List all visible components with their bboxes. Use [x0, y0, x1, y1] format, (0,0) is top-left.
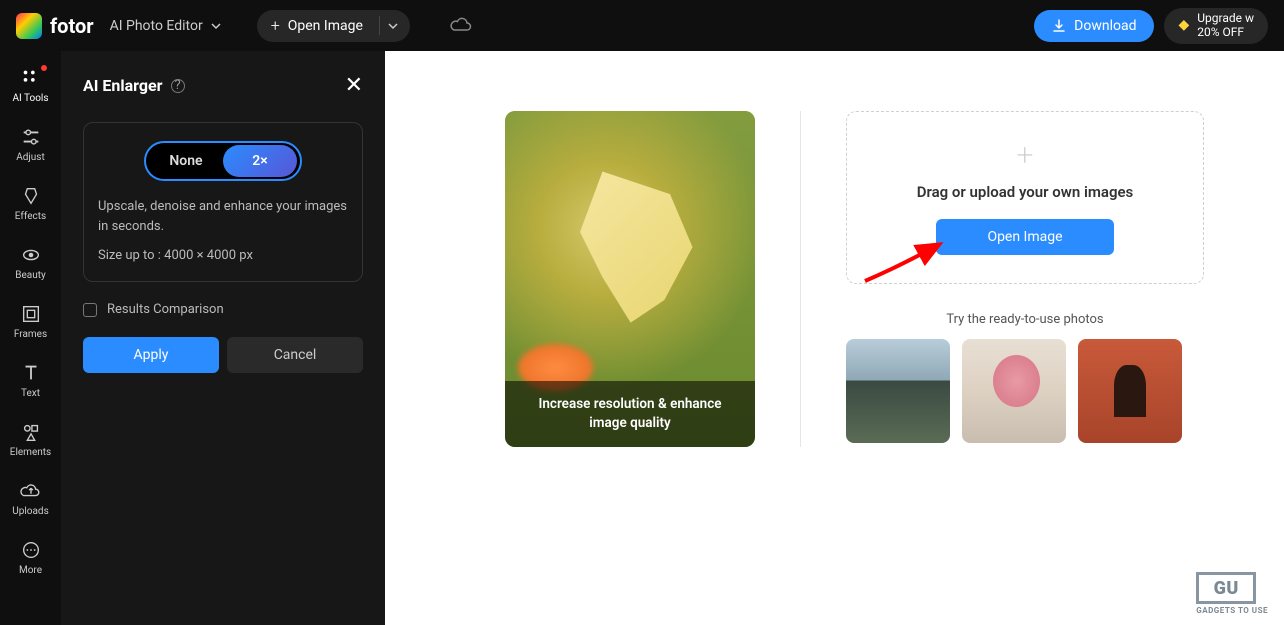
- download-icon: [1052, 19, 1066, 33]
- open-image-main-button[interactable]: Open Image: [936, 219, 1114, 255]
- sample-preview[interactable]: Increase resolution & enhance image qual…: [505, 111, 755, 447]
- rail-item-more[interactable]: More: [0, 535, 61, 580]
- rail-label: Text: [21, 388, 40, 399]
- sample-caption: Increase resolution & enhance image qual…: [505, 381, 755, 447]
- left-rail: AI Tools Adjust Effects Beauty Frames Te…: [0, 51, 61, 625]
- panel-title: AI Enlarger: [83, 76, 163, 95]
- rail-item-beauty[interactable]: Beauty: [0, 240, 61, 285]
- rail-label: Frames: [14, 329, 47, 340]
- rail-item-adjust[interactable]: Adjust: [0, 122, 61, 167]
- toggle-2x[interactable]: 2×: [223, 145, 297, 177]
- cloud-icon: [450, 16, 472, 32]
- chevron-down-icon: [388, 21, 398, 31]
- ai-enlarger-panel: AI Enlarger ? ✕ None 2× Upscale, denoise…: [61, 51, 385, 625]
- upload-prompt: Drag or upload your own images: [917, 183, 1134, 201]
- sample-thumb-3[interactable]: [1078, 339, 1182, 443]
- brand-name: fotor: [50, 14, 94, 38]
- rail-item-effects[interactable]: Effects: [0, 181, 61, 226]
- rail-label: Beauty: [15, 270, 46, 281]
- rail-item-uploads[interactable]: Uploads: [0, 476, 61, 521]
- cloud-sync-button[interactable]: [450, 16, 472, 36]
- upload-dropzone[interactable]: + Drag or upload your own images Open Im…: [846, 111, 1204, 284]
- diamond-icon: ◆: [1178, 18, 1189, 33]
- elements-icon: [20, 421, 42, 443]
- panel-description: Upscale, denoise and enhance your images…: [98, 197, 348, 236]
- logo-icon: [16, 13, 42, 39]
- info-icon[interactable]: ?: [171, 79, 185, 93]
- watermark: GU GADGETS TO USE: [1196, 572, 1268, 615]
- upgrade-line2: 20% OFF: [1197, 26, 1244, 39]
- plus-icon: +: [271, 16, 280, 35]
- open-image-top-label: Open Image: [288, 18, 363, 34]
- rail-label: AI Tools: [12, 93, 48, 104]
- download-label: Download: [1074, 18, 1136, 34]
- mode-label: AI Photo Editor: [110, 18, 203, 34]
- main-canvas: Increase resolution & enhance image qual…: [385, 51, 1284, 625]
- beauty-icon: [20, 244, 42, 266]
- rail-label: Effects: [15, 211, 46, 222]
- chevron-down-icon: [211, 21, 221, 31]
- scale-toggle: None 2×: [144, 141, 302, 181]
- brand-logo[interactable]: fotor: [16, 13, 94, 39]
- rail-item-ai-tools[interactable]: AI Tools: [0, 63, 61, 108]
- more-icon: [20, 539, 42, 561]
- sample-thumb-2[interactable]: [962, 339, 1066, 443]
- try-photos-label: Try the ready-to-use photos: [846, 312, 1204, 327]
- close-panel-button[interactable]: ✕: [345, 73, 363, 98]
- rail-item-elements[interactable]: Elements: [0, 417, 61, 462]
- rail-label: Elements: [10, 447, 51, 458]
- effects-icon: [20, 185, 42, 207]
- upgrade-line1: Upgrade w: [1197, 12, 1254, 25]
- rail-label: Uploads: [12, 506, 48, 517]
- toggle-none[interactable]: None: [149, 145, 223, 177]
- text-icon: [20, 362, 42, 384]
- adjust-icon: [20, 126, 42, 148]
- plus-icon: +: [1017, 141, 1034, 171]
- uploads-icon: [20, 480, 42, 502]
- sample-thumb-1[interactable]: [846, 339, 950, 443]
- mode-dropdown[interactable]: AI Photo Editor: [110, 18, 221, 34]
- download-button[interactable]: Download: [1034, 10, 1154, 42]
- notification-dot: [41, 65, 47, 71]
- open-image-top-button[interactable]: + Open Image: [261, 16, 373, 35]
- upgrade-button[interactable]: ◆ Upgrade w 20% OFF: [1164, 8, 1268, 44]
- rail-label: More: [19, 565, 42, 576]
- checkbox-label: Results Comparison: [107, 302, 224, 317]
- rail-item-frames[interactable]: Frames: [0, 299, 61, 344]
- rail-label: Adjust: [16, 152, 45, 163]
- rail-item-text[interactable]: Text: [0, 358, 61, 403]
- vertical-divider: [800, 111, 801, 447]
- ai-tools-icon: [20, 67, 42, 89]
- open-image-more-button[interactable]: [379, 16, 398, 35]
- frames-icon: [20, 303, 42, 325]
- panel-size-info: Size up to : 4000 × 4000 px: [98, 248, 348, 263]
- apply-button[interactable]: Apply: [83, 337, 219, 373]
- cancel-button[interactable]: Cancel: [227, 337, 363, 373]
- results-comparison-checkbox[interactable]: [83, 303, 97, 317]
